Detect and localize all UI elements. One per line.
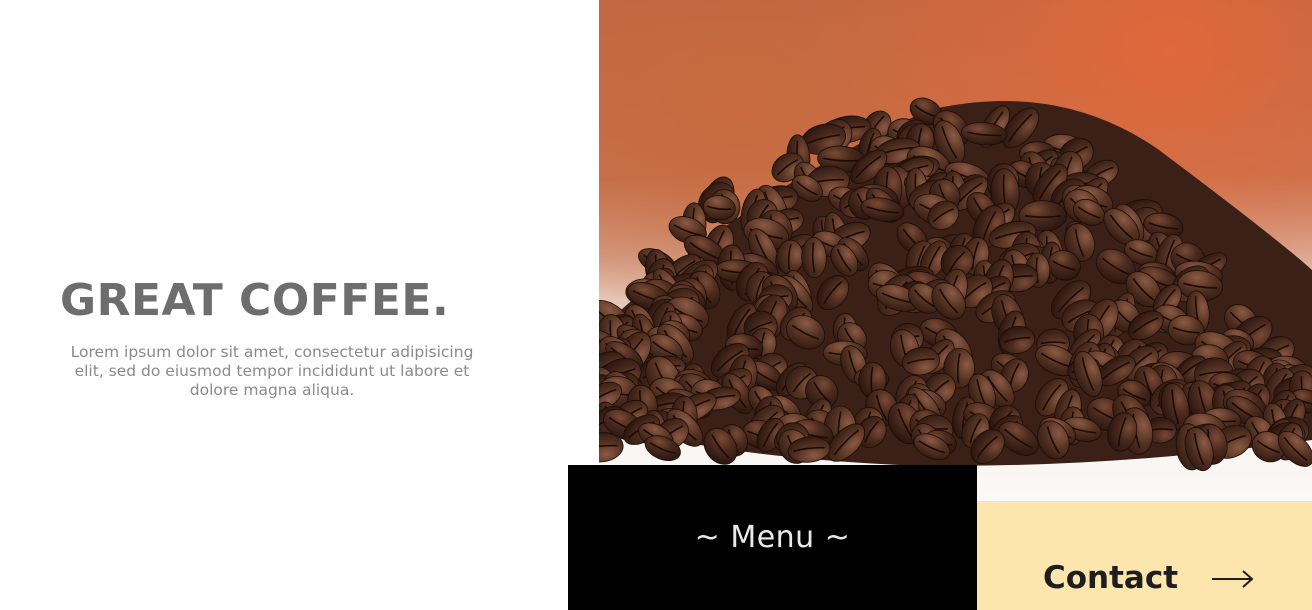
menu-button[interactable]: ~ Menu ~ (568, 465, 977, 610)
contact-label: Contact (1043, 560, 1179, 596)
hero-section: GREAT COFFEE. Lorem ipsum dolor sit amet… (0, 0, 540, 610)
hero-title: GREAT COFFEE. (60, 275, 450, 326)
coffee-beans-photo (599, 0, 1312, 500)
menu-label: ~ Menu ~ (694, 520, 851, 555)
contact-button[interactable]: Contact (977, 501, 1312, 610)
hero-description: Lorem ipsum dolor sit amet, consectetur … (70, 343, 474, 399)
arrow-right-icon (1212, 570, 1254, 588)
coffee-beans-illustration (599, 97, 1312, 472)
bean-group (599, 97, 1312, 472)
